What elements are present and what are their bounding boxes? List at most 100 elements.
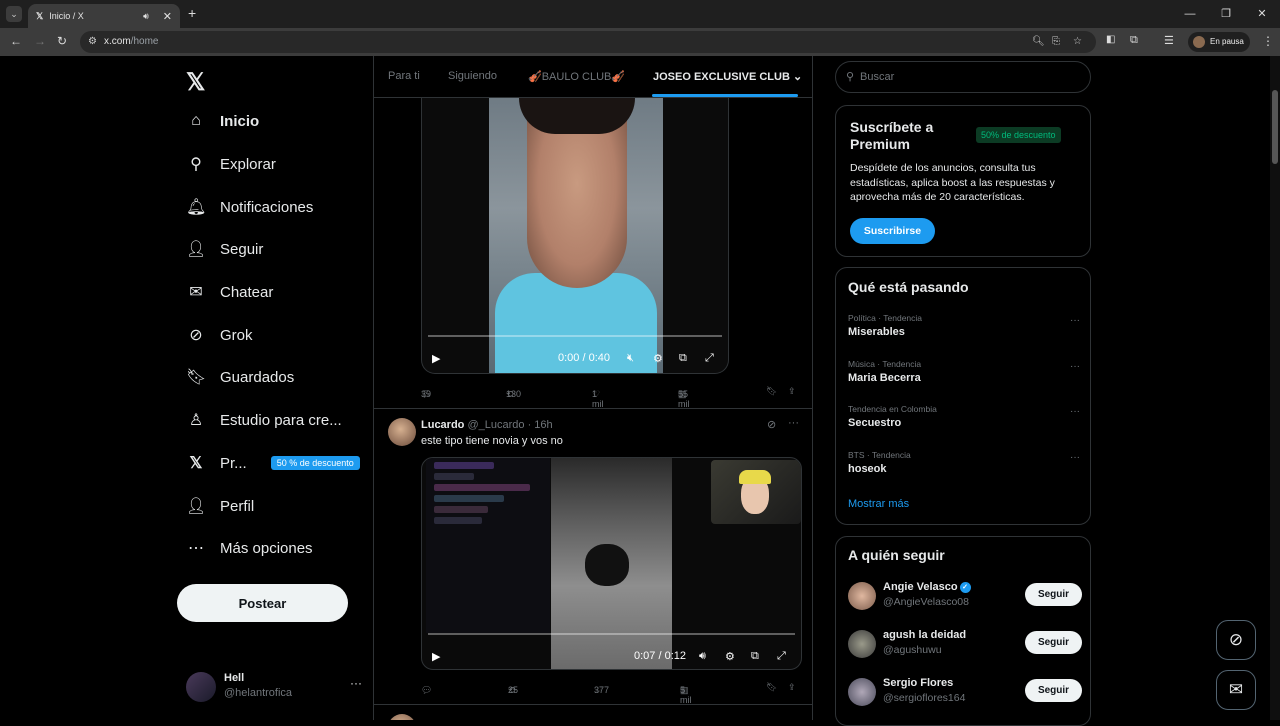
settings-icon[interactable]: ⚙︎ [653, 352, 663, 365]
messages-fab[interactable]: ✉︎ [1216, 670, 1256, 710]
show-more-link[interactable]: Mostrar más [848, 498, 909, 510]
tab-siguiendo[interactable]: Siguiendo [448, 70, 497, 82]
fullscreen-icon[interactable]: ⤢ [777, 650, 786, 663]
follow-suggestion[interactable]: Sergio Flores @sergioflores164 Seguir [848, 676, 1082, 710]
nav-item-chatear[interactable]: ✉︎ Chatear [186, 279, 273, 305]
follow-name-text: Angie Velasco [883, 581, 958, 593]
more-icon[interactable]: ··· [1070, 406, 1080, 417]
nav-item-explorar[interactable]: ⚲ Explorar [186, 151, 276, 177]
video-progress-bar[interactable] [428, 335, 722, 337]
avatar [186, 672, 216, 702]
tab-baulo-club[interactable]: 🎻BAULO CLUB🎻 [528, 70, 625, 83]
nav-item-estudio[interactable]: ♙ Estudio para cre... [186, 407, 342, 433]
nav-item-seguir[interactable]: 👤︎ Seguir [186, 236, 263, 262]
profile-button[interactable]: En pausa [1188, 32, 1250, 52]
x-premium-icon: 𝕏 [189, 455, 203, 472]
account-switcher[interactable]: Hell @helantrofica ··· [186, 670, 372, 704]
bookmark-icon[interactable]: 🔖︎ [766, 682, 777, 693]
premium-description: Despídete de los anuncios, consulta tus … [850, 162, 1055, 203]
follow-button[interactable]: Seguir [1025, 631, 1082, 654]
follow-suggestion[interactable]: Angie Velasco ✓ @AngieVelasco08 Seguir [848, 580, 1082, 614]
x-logo-icon[interactable]: 𝕏 [186, 68, 205, 97]
nav-item-guardados[interactable]: 🔖︎ Guardados [186, 364, 294, 390]
follow-suggestion[interactable]: agush la deidad @agushuwu Seguir [848, 628, 1082, 662]
grok-fab[interactable]: ⊘ [1216, 620, 1256, 660]
back-icon[interactable]: ← [10, 34, 22, 48]
puzzle-icon[interactable]: ⧉ [1130, 34, 1138, 47]
nav-item-grok[interactable]: ⊘ Grok [186, 322, 253, 348]
scrollbar-thumb[interactable] [1272, 90, 1278, 164]
minimize-button[interactable]: — [1172, 0, 1208, 28]
address-bar[interactable]: ⚙︎ x.com/home 🔍︎ ⎘ ☆ [80, 31, 1096, 53]
restore-button[interactable]: ❐ [1208, 0, 1244, 28]
nav-item-notificaciones[interactable]: 🔔︎ Notificaciones [186, 194, 313, 220]
follow-button[interactable]: Seguir [1025, 583, 1082, 606]
feed-tabs: Para ti Siguiendo 🎻BAULO CLUB🎻 JOSEO EXC… [374, 56, 812, 98]
webcam-hat [739, 470, 771, 484]
site-info-icon[interactable]: ⚙︎ [88, 31, 97, 53]
home-icon: ⌂ [191, 112, 201, 129]
media-control-icon[interactable]: ☰ [1164, 34, 1174, 47]
trend-item[interactable]: BTS · Tendencia hoseok ··· [848, 450, 1080, 480]
page-scrollbar[interactable] [1270, 56, 1280, 720]
video-player[interactable]: ▶ 0:07 / 0:12 🔊︎ ⚙︎ ⧉ ⤢ [421, 457, 802, 670]
fullscreen-icon[interactable]: ⤢ [705, 352, 714, 365]
trend-item[interactable]: Música · Tendencia Maria Becerra ··· [848, 359, 1080, 389]
star-icon[interactable]: ☆ [1073, 31, 1082, 53]
trend-name: hoseok [848, 463, 887, 475]
reload-icon[interactable]: ↻ [57, 34, 67, 48]
share-icon[interactable]: ⇪ [788, 682, 796, 693]
post-button[interactable]: Postear [177, 584, 348, 622]
bookmark-icon[interactable]: 🔖︎ [766, 386, 777, 397]
forward-icon[interactable]: → [34, 34, 46, 48]
more-icon[interactable]: ··· [350, 676, 362, 690]
more-icon[interactable]: ··· [1070, 361, 1080, 372]
more-icon[interactable]: ··· [1070, 315, 1080, 326]
share-icon[interactable]: ⇪ [788, 386, 796, 397]
search-input[interactable]: ⚲ Buscar [835, 61, 1091, 93]
tab-list-button[interactable]: ⌄ [6, 6, 22, 22]
avatar[interactable] [388, 418, 416, 446]
video-progress-bar[interactable] [428, 633, 795, 635]
more-icon[interactable]: ··· [1070, 452, 1080, 463]
profile-avatar [1193, 36, 1205, 48]
like-count: 377 [594, 685, 610, 695]
avatar[interactable] [388, 714, 416, 720]
new-tab-button[interactable]: + [188, 5, 196, 21]
tab-para-ti[interactable]: Para ti [388, 70, 420, 82]
tweet-time[interactable]: · 16h [528, 419, 553, 431]
more-icon[interactable]: ··· [788, 417, 799, 429]
close-window-button[interactable]: ✕ [1244, 0, 1280, 28]
nav-label: Grok [220, 326, 253, 344]
video-player[interactable]: ▶ 0:00 / 0:40 🔇︎ ⚙︎ ⧉ ⤢ [421, 98, 729, 374]
install-icon[interactable]: ⎘ [1052, 31, 1060, 53]
subscribe-button[interactable]: Suscribirse [850, 218, 935, 244]
trend-item[interactable]: Tendencia en Colombia Secuestro ··· [848, 404, 1080, 434]
mute-icon[interactable]: 🔇︎ [627, 352, 634, 365]
extension-icon[interactable]: ◧ [1106, 34, 1115, 45]
nav-item-perfil[interactable]: 👤︎ Perfil [186, 493, 254, 519]
play-icon[interactable]: ▶ [432, 352, 440, 365]
pip-icon[interactable]: ⧉ [751, 650, 759, 663]
menu-icon[interactable]: ⋮ [1262, 34, 1274, 48]
tab-joseo-exclusive-club[interactable]: JOSEO EXCLUSIVE CLUB ⌄ [653, 70, 802, 83]
grok-icon: ⊘ [1228, 630, 1244, 649]
follow-button[interactable]: Seguir [1025, 679, 1082, 702]
tweet-author-name[interactable]: Lucardo [421, 419, 464, 431]
grok-icon[interactable]: ⊘ [767, 418, 776, 431]
settings-icon[interactable]: ⚙︎ [725, 650, 735, 663]
zoom-icon[interactable]: 🔍︎ [1032, 31, 1045, 53]
video-frame [489, 98, 663, 373]
nav-item-premium[interactable]: 𝕏 Pr... 50 % de descuento [186, 450, 360, 476]
nav-item-inicio[interactable]: ⌂ Inicio [186, 108, 259, 134]
trend-item[interactable]: Política · Tendencia Miserables ··· [848, 313, 1080, 343]
close-tab-icon[interactable]: ✕ [163, 10, 172, 23]
pip-icon[interactable]: ⧉ [679, 352, 687, 365]
browser-tab[interactable]: 𝕏 Inicio / X 🔊︎ ✕ [28, 4, 180, 28]
nav-item-mas-opciones[interactable]: ⋯ Más opciones [186, 535, 313, 561]
volume-icon[interactable]: 🔊︎ [699, 650, 706, 663]
speaker-icon[interactable]: 🔊︎ [143, 11, 149, 22]
video-time: 0:00 / 0:40 [558, 352, 610, 364]
tweet-author-handle[interactable]: @_Lucardo [467, 419, 524, 431]
play-icon[interactable]: ▶ [432, 650, 440, 663]
